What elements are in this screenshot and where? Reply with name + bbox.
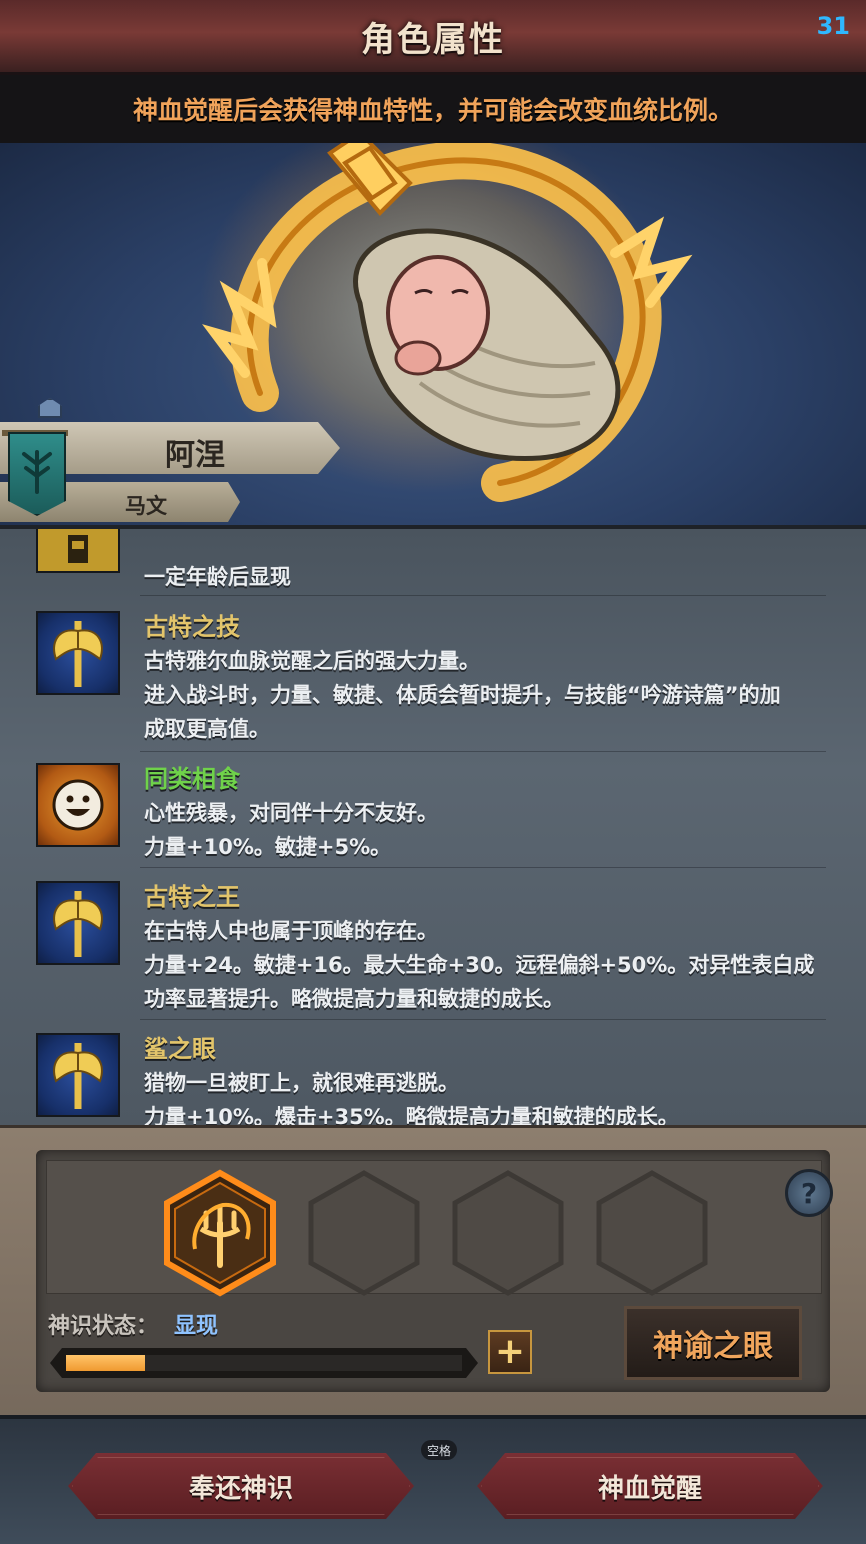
trait-name: 同类相食 — [144, 765, 240, 793]
page-title: 角色属性 — [361, 19, 505, 60]
divine-inner-panel: ? 神识状态： 显现 + 神谕之眼 — [36, 1150, 833, 1392]
blood-awaken-button[interactable]: 神血觉醒 — [477, 1453, 823, 1519]
trait-description: 成取更高值。 — [144, 717, 270, 741]
divine-slot-empty[interactable] — [593, 1169, 711, 1297]
trait-description: 力量+24。敏捷+16。最大生命+30。远程偏斜+50%。对异性表白成 — [144, 953, 815, 977]
return-divine-label: 奉还神识 — [188, 1473, 293, 1504]
divine-slot-empty[interactable] — [305, 1169, 423, 1297]
trait-divider — [140, 595, 826, 596]
golden-axe-icon — [36, 881, 120, 965]
help-button[interactable]: ? — [785, 1169, 833, 1217]
trait-name: 古特之技 — [144, 613, 240, 641]
golden-axe-icon — [36, 611, 120, 695]
trait-description: 猎物一旦被盯上，就很难再逃脱。 — [144, 1071, 459, 1095]
golden-axe-icon — [36, 1033, 120, 1117]
divine-status-label: 神识状态： — [48, 1314, 159, 1339]
awakening-notice: 神血觉醒后会获得神血特性，并可能会改变血统比例。 — [0, 75, 866, 143]
footer-bar: 奉还神识 空格 神血觉醒 — [0, 1415, 866, 1544]
return-divine-button[interactable]: 奉还神识 — [68, 1453, 414, 1519]
character-name: 阿涅 — [165, 438, 225, 473]
blood-awaken-label: 神血觉醒 — [597, 1473, 702, 1504]
add-button[interactable]: + — [488, 1330, 532, 1374]
trait-divider — [140, 1019, 826, 1020]
character-title: 马文 — [125, 494, 167, 518]
trait-description: 功率显著提升。略微提高力量和敏捷的成长。 — [144, 987, 564, 1011]
trait-name: 鲨之眼 — [144, 1035, 216, 1063]
clan-banner-icon — [8, 432, 66, 516]
trait-description: 进入战斗时，力量、敏捷、体质会暂时提升，与技能“吟游诗篇”的加 — [144, 683, 781, 707]
divine-progress-fill — [66, 1355, 146, 1371]
trait-description: 一定年龄后显现 — [144, 565, 291, 589]
title-bar: 角色属性 31 — [0, 0, 866, 75]
trait-description: 心性残暴，对同伴十分不友好。 — [144, 801, 438, 825]
oracle-eye-button[interactable]: 神谕之眼 — [624, 1306, 802, 1380]
divine-awareness-panel: ? 神识状态： 显现 + 神谕之眼 — [0, 1125, 866, 1418]
trait-description: 古特雅尔血脉觉醒之后的强大力量。 — [144, 649, 480, 673]
divine-status-value: 显现 — [174, 1314, 219, 1339]
fps-counter: 31 — [816, 12, 850, 40]
trait-list[interactable]: 一定年龄后显现 古特之技 古特雅尔血脉觉醒之后的强大力量。 进入战斗时，力量、敏… — [0, 525, 866, 1129]
divine-slot-area: ? — [46, 1160, 833, 1297]
trait-divider — [140, 867, 826, 868]
divine-slot-empty[interactable] — [449, 1169, 567, 1297]
trait-divider — [140, 751, 826, 752]
tower-icon — [36, 529, 120, 573]
divine-progress-bar — [50, 1348, 478, 1378]
trait-description: 在古特人中也属于顶峰的存在。 — [144, 919, 438, 943]
question-icon: ? — [800, 1176, 818, 1210]
plus-icon: + — [494, 1331, 526, 1372]
spacebar-hint: 空格 — [421, 1440, 458, 1460]
smiley-face-icon — [36, 763, 120, 847]
divine-slot-filled[interactable] — [161, 1169, 279, 1297]
trait-name: 古特之王 — [144, 883, 240, 911]
trait-description: 力量+10%。敏捷+5%。 — [144, 835, 392, 859]
